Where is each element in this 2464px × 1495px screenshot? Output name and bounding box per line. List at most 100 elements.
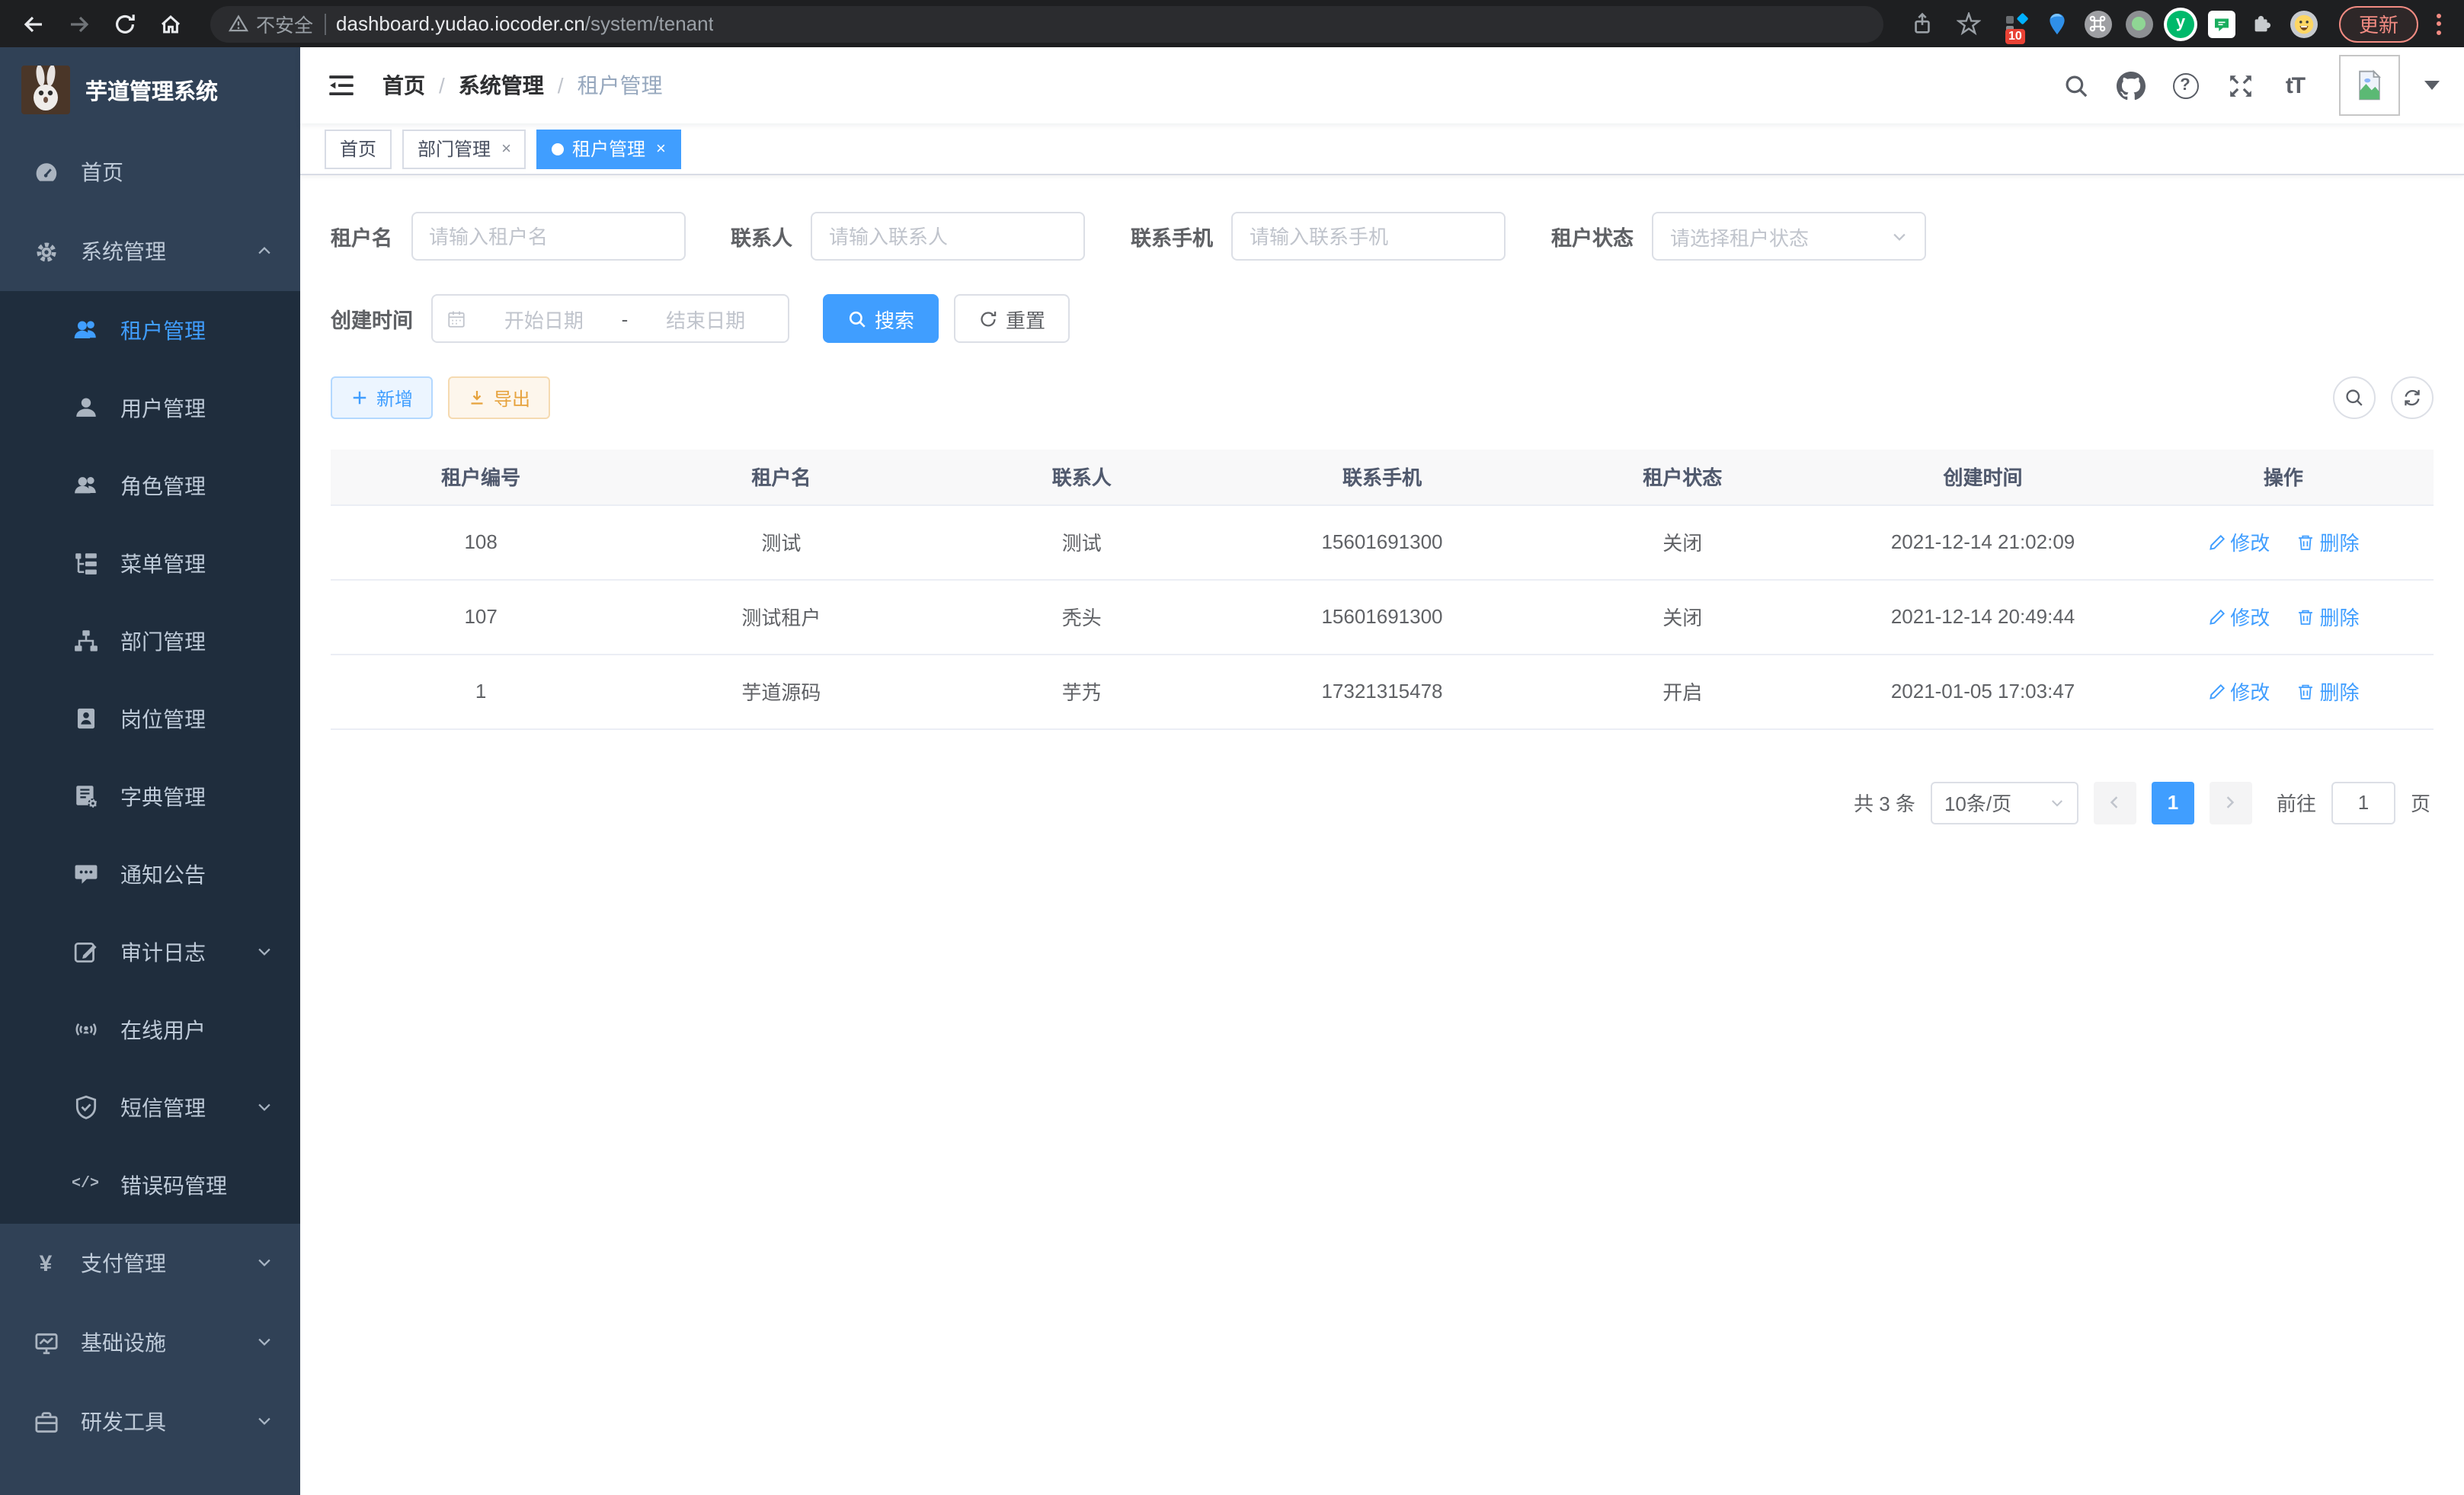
filter-row-2: 创建时间 开始日期 - 结束日期 搜索 重置 bbox=[331, 294, 2434, 343]
security-chip[interactable]: 不安全 bbox=[229, 9, 313, 38]
delete-link[interactable]: 删除 bbox=[2296, 602, 2359, 631]
sidebar-item-system[interactable]: 系统管理 bbox=[0, 212, 300, 291]
trash-icon bbox=[2296, 607, 2315, 626]
sidebar-item-infrastructure[interactable]: 基础设施 bbox=[0, 1303, 300, 1382]
tag-home[interactable]: 首页 bbox=[325, 129, 392, 168]
sidebar-item-menu[interactable]: 菜单管理 bbox=[0, 524, 300, 602]
edit-link[interactable]: 修改 bbox=[2207, 527, 2270, 556]
sidebar-collapse-button[interactable] bbox=[325, 69, 358, 102]
search-button[interactable]: 搜索 bbox=[823, 294, 939, 343]
next-page-button[interactable] bbox=[2210, 781, 2252, 824]
contact-input-wrap bbox=[811, 212, 1085, 261]
sidebar-menu: 首页 系统管理 租户管理 bbox=[0, 133, 300, 1461]
cell-contact: 芋艿 bbox=[932, 654, 1232, 728]
browser-back-button[interactable] bbox=[15, 5, 52, 42]
sidebar-logo-row[interactable]: 芋道管理系统 bbox=[0, 47, 300, 133]
fullscreen-icon bbox=[2227, 72, 2253, 98]
sidebar-item-notice[interactable]: 通知公告 bbox=[0, 835, 300, 913]
address-bar[interactable]: 不安全 dashboard.yudao.iocoder.cn/system/te… bbox=[210, 5, 1883, 42]
tag-tenant-active[interactable]: 租户管理 × bbox=[537, 129, 681, 168]
tag-close-icon[interactable]: × bbox=[656, 139, 666, 158]
chrome-update-button[interactable]: 更新 bbox=[2339, 5, 2418, 42]
filter-status: 租户状态 请选择租户状态 bbox=[1551, 212, 1926, 261]
sidebar-item-dev-tools[interactable]: 研发工具 bbox=[0, 1382, 300, 1461]
browser-forward-button[interactable] bbox=[61, 5, 98, 42]
page-size-select[interactable]: 10条/页 bbox=[1931, 781, 2078, 824]
sidebar: 芋道管理系统 首页 系统管理 bbox=[0, 47, 300, 1495]
status-select[interactable]: 请选择租户状态 bbox=[1652, 212, 1926, 261]
bookmark-button[interactable] bbox=[1950, 5, 1987, 42]
sidebar-item-label: 错误码管理 bbox=[120, 1170, 227, 1200]
cell-tenant-name: 测试 bbox=[631, 504, 931, 579]
sidebar-item-audit-log[interactable]: 审计日志 bbox=[0, 913, 300, 991]
tag-dept[interactable]: 部门管理 × bbox=[402, 129, 526, 168]
delete-link[interactable]: 删除 bbox=[2296, 527, 2359, 556]
sidebar-item-label: 用户管理 bbox=[120, 392, 206, 423]
export-button[interactable]: 导出 bbox=[448, 376, 550, 419]
add-button[interactable]: 新增 bbox=[331, 376, 433, 419]
extension-kanban-button[interactable]: 10 bbox=[2002, 10, 2030, 37]
extension-chat-button[interactable] bbox=[2208, 10, 2235, 37]
goto-page-input[interactable] bbox=[2331, 781, 2395, 824]
font-size-button[interactable]: tT bbox=[2275, 66, 2315, 105]
mobile-input[interactable] bbox=[1250, 225, 1487, 248]
sidebar-item-home[interactable]: 首页 bbox=[0, 133, 300, 212]
tenant-name-input[interactable] bbox=[429, 225, 667, 248]
sidebar-item-tenant[interactable]: 租户管理 bbox=[0, 291, 300, 369]
extensions-menu-button[interactable] bbox=[2249, 10, 2277, 37]
extension-balloon-button[interactable] bbox=[2043, 10, 2071, 37]
sidebar-item-payment[interactable]: ¥ 支付管理 bbox=[0, 1224, 300, 1303]
sidebar-item-post[interactable]: 岗位管理 bbox=[0, 680, 300, 757]
user-avatar[interactable] bbox=[2339, 55, 2400, 116]
breadcrumb-system[interactable]: 系统管理 bbox=[459, 70, 544, 101]
edit-link[interactable]: 修改 bbox=[2207, 602, 2270, 631]
sidebar-item-dict[interactable]: 字典管理 bbox=[0, 757, 300, 835]
page-number-1[interactable]: 1 bbox=[2152, 781, 2194, 824]
extension-recorder-button[interactable] bbox=[2126, 10, 2153, 37]
yuque-y-icon: y bbox=[2176, 15, 2185, 32]
browser-menu-button[interactable] bbox=[2427, 8, 2449, 39]
date-range-picker[interactable]: 开始日期 - 结束日期 bbox=[431, 294, 789, 343]
system-submenu: 租户管理 用户管理 角色管理 bbox=[0, 291, 300, 1224]
edit-link[interactable]: 修改 bbox=[2207, 677, 2270, 706]
delete-link[interactable]: 删除 bbox=[2296, 677, 2359, 706]
toolbox-icon bbox=[32, 1408, 59, 1436]
reset-button[interactable]: 重置 bbox=[954, 294, 1070, 343]
chevron-left-icon bbox=[2107, 794, 2123, 811]
star-icon bbox=[1957, 11, 1981, 36]
security-warning-label: 不安全 bbox=[256, 9, 313, 38]
col-actions: 操作 bbox=[2133, 450, 2434, 504]
sidebar-item-online-user[interactable]: 在线用户 bbox=[0, 991, 300, 1068]
toggle-search-button[interactable] bbox=[2333, 376, 2376, 419]
fullscreen-button[interactable] bbox=[2220, 66, 2260, 105]
monitor-icon bbox=[32, 1329, 59, 1356]
refresh-table-button[interactable] bbox=[2391, 376, 2434, 419]
url-text: dashboard.yudao.iocoder.cn/system/tenant bbox=[336, 12, 714, 35]
chevron-down-icon bbox=[256, 1251, 273, 1276]
share-button[interactable] bbox=[1905, 5, 1941, 42]
search-icon bbox=[2062, 72, 2088, 98]
extension-yuque-button[interactable]: y bbox=[2167, 10, 2194, 37]
col-status: 租户状态 bbox=[1532, 450, 1832, 504]
sidebar-item-user[interactable]: 用户管理 bbox=[0, 369, 300, 447]
avatar-caret-icon[interactable] bbox=[2424, 81, 2440, 90]
contact-input[interactable] bbox=[829, 225, 1067, 248]
browser-reload-button[interactable] bbox=[107, 5, 143, 42]
font-size-icon: tT bbox=[2286, 72, 2304, 98]
tag-close-icon[interactable]: × bbox=[501, 139, 511, 158]
help-button[interactable]: ? bbox=[2165, 66, 2205, 105]
github-link-button[interactable] bbox=[2110, 66, 2150, 105]
sidebar-item-dept[interactable]: 部门管理 bbox=[0, 602, 300, 680]
breadcrumb-home[interactable]: 首页 bbox=[382, 70, 425, 101]
edit-pencil-icon bbox=[2207, 533, 2226, 551]
header-search-button[interactable] bbox=[2056, 66, 2095, 105]
sidebar-item-error-code[interactable]: </> 错误码管理 bbox=[0, 1146, 300, 1224]
sidebar-item-label: 岗位管理 bbox=[120, 703, 206, 734]
profile-avatar-button[interactable] bbox=[2290, 10, 2318, 37]
sidebar-item-role[interactable]: 角色管理 bbox=[0, 447, 300, 524]
sidebar-item-sms[interactable]: 短信管理 bbox=[0, 1068, 300, 1146]
prev-page-button[interactable] bbox=[2094, 781, 2136, 824]
sidebar-item-label: 研发工具 bbox=[81, 1407, 166, 1437]
browser-home-button[interactable] bbox=[152, 5, 189, 42]
extension-command-button[interactable] bbox=[2085, 10, 2112, 37]
